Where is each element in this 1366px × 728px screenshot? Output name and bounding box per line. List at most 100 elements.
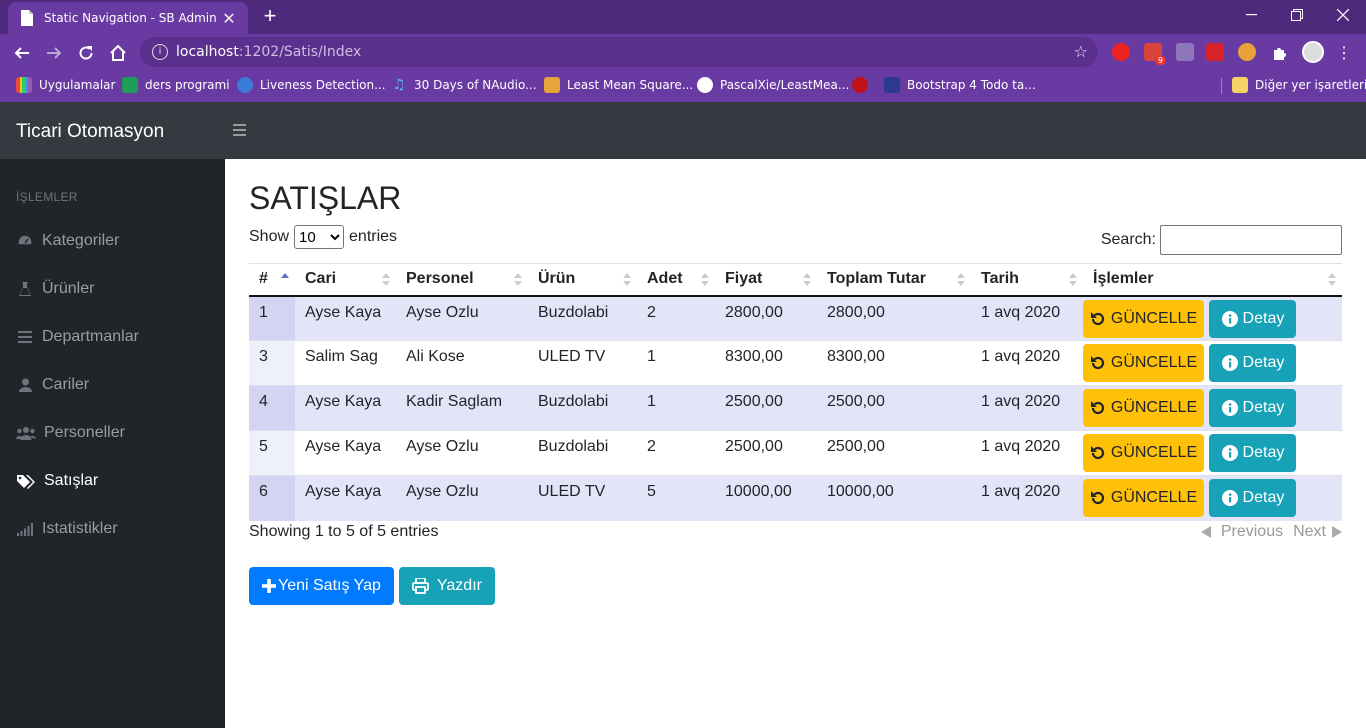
- show-label: Show: [249, 228, 290, 245]
- entries-length-select[interactable]: 10: [294, 225, 345, 249]
- bookmark-naudio[interactable]: ♫ 30 Days of NAudio...: [391, 77, 537, 93]
- column-header-adet[interactable]: Adet: [637, 263, 715, 297]
- detail-button[interactable]: Detay: [1209, 299, 1297, 338]
- menu-kebab-icon[interactable]: ⋮: [1332, 41, 1356, 65]
- cell-adet: 5: [637, 475, 715, 521]
- close-window-button[interactable]: [1320, 0, 1366, 30]
- plus-icon: [262, 579, 276, 593]
- bookmark-ders-programi[interactable]: ders programi: [122, 77, 230, 93]
- table-search: Search:: [1101, 225, 1342, 255]
- update-button[interactable]: GÜNCELLE: [1083, 299, 1204, 338]
- site-info-icon[interactable]: i: [152, 44, 168, 60]
- extension-stop-icon[interactable]: [1112, 43, 1130, 61]
- page-icon: [18, 10, 34, 26]
- bars-icon: [16, 329, 34, 345]
- column-header-id[interactable]: #: [249, 263, 295, 297]
- cell-personel: Ayse Ozlu: [396, 295, 528, 341]
- gmail-extension-icon[interactable]: 9: [1144, 43, 1166, 65]
- cell-tarih: 1 avq 2020: [971, 295, 1083, 341]
- print-button[interactable]: Yazdır: [398, 567, 495, 605]
- cell-tarih: 1 avq 2020: [971, 430, 1083, 476]
- undo-icon: [1090, 311, 1106, 327]
- cell-personel: Ayse Ozlu: [396, 475, 528, 521]
- red-circle-icon: [852, 77, 868, 93]
- cell-id: 1: [249, 295, 295, 341]
- bookmark-liveness-detection[interactable]: Liveness Detection...: [237, 77, 386, 93]
- detail-button[interactable]: Detay: [1209, 389, 1297, 427]
- sidebar-item-departmanlar[interactable]: Departmanlar: [16, 325, 139, 349]
- column-header-personel[interactable]: Personel: [396, 263, 528, 297]
- column-header-cari[interactable]: Cari: [295, 263, 396, 297]
- next-button[interactable]: Next: [1293, 523, 1326, 541]
- sidebar-item-istatistikler[interactable]: Istatistikler: [16, 517, 118, 541]
- restore-button[interactable]: [1274, 0, 1320, 30]
- profile-avatar[interactable]: [1302, 41, 1324, 63]
- sidebar-item-satislar[interactable]: Satışlar: [16, 469, 98, 493]
- previous-button[interactable]: Previous: [1221, 523, 1283, 541]
- url-path: :1202/Satis/Index: [238, 44, 362, 60]
- browser-tab[interactable]: Static Navigation - SB Admin ✕: [8, 2, 248, 34]
- bookmark-red-circle[interactable]: [852, 77, 875, 93]
- column-header-toplam-tutar[interactable]: Toplam Tutar: [817, 263, 971, 297]
- mail-badge: 9: [1154, 56, 1166, 65]
- cell-actions: GÜNCELLE Detay: [1083, 475, 1342, 521]
- bookmark-star-icon[interactable]: ☆: [1074, 42, 1088, 61]
- undo-icon: [1090, 490, 1106, 506]
- detail-button[interactable]: Detay: [1209, 434, 1297, 472]
- search-input[interactable]: [1160, 225, 1342, 255]
- back-icon[interactable]: [10, 41, 34, 65]
- column-header-tarih[interactable]: Tarih: [971, 263, 1083, 297]
- new-sale-button[interactable]: Yeni Satış Yap: [249, 567, 394, 605]
- other-bookmarks[interactable]: Diğer yer işaretleri: [1232, 77, 1366, 93]
- column-header-fiyat[interactable]: Fiyat: [715, 263, 817, 297]
- address-bar[interactable]: i localhost:1202/Satis/Index ☆: [140, 37, 1098, 67]
- colorzilla-extension-icon[interactable]: [1238, 43, 1256, 61]
- bootstrap-icon: [884, 77, 900, 93]
- cell-toplam-tutar: 2500,00: [817, 430, 971, 476]
- table-row: 4 Ayse Kaya Kadir Saglam Buzdolabi 1 250…: [249, 385, 1342, 431]
- sidebar-toggle-icon[interactable]: [233, 124, 246, 136]
- bookmarks-bar: Uygulamalar ders programi Liveness Detec…: [0, 70, 1366, 102]
- column-header-urun[interactable]: Ürün: [528, 263, 637, 297]
- bookmark-github-pascalxie[interactable]: PascalXie/LeastMea...: [697, 77, 849, 93]
- cell-tarih: 1 avq 2020: [971, 385, 1083, 431]
- update-button[interactable]: GÜNCELLE: [1083, 434, 1204, 472]
- music-note-icon: ♫: [392, 77, 406, 93]
- bookmark-least-mean-square[interactable]: Least Mean Square...: [544, 77, 693, 93]
- sidebar-item-kategoriler[interactable]: Kategoriler: [16, 229, 119, 253]
- bookmark-bootstrap-todo[interactable]: Bootstrap 4 Todo ta...: [884, 77, 1036, 93]
- cell-fiyat: 2800,00: [715, 295, 817, 341]
- extensions-puzzle-icon[interactable]: [1268, 41, 1292, 65]
- print-icon: [411, 578, 429, 594]
- sidebar-item-personeller[interactable]: Personeller: [16, 421, 125, 445]
- info-circle-icon: [1221, 355, 1238, 371]
- update-button[interactable]: GÜNCELLE: [1083, 344, 1204, 382]
- minimize-button[interactable]: [1228, 0, 1274, 30]
- update-button[interactable]: GÜNCELLE: [1083, 479, 1204, 517]
- new-tab-button[interactable]: +: [258, 5, 282, 29]
- translate-extension-icon[interactable]: [1176, 43, 1194, 61]
- cell-toplam-tutar: 2800,00: [817, 295, 971, 341]
- update-button[interactable]: GÜNCELLE: [1083, 389, 1204, 427]
- close-tab-icon[interactable]: ✕: [220, 9, 238, 28]
- lastpass-extension-icon[interactable]: [1206, 43, 1224, 61]
- sort-icon: [957, 273, 965, 287]
- cell-actions: GÜNCELLE Detay: [1083, 340, 1342, 386]
- sidebar-item-cariler[interactable]: Cariler: [16, 373, 89, 397]
- cell-actions: GÜNCELLE Detay: [1083, 385, 1342, 431]
- detail-button[interactable]: Detay: [1209, 344, 1297, 382]
- column-header-islemler[interactable]: İşlemler: [1083, 263, 1342, 297]
- home-icon[interactable]: [106, 41, 130, 65]
- forward-icon[interactable]: [42, 41, 66, 65]
- detail-button[interactable]: Detay: [1209, 479, 1297, 517]
- cell-fiyat: 8300,00: [715, 340, 817, 386]
- brand-title[interactable]: Ticari Otomasyon: [16, 121, 164, 143]
- table-row: 3 Salim Sag Ali Kose ULED TV 1 8300,00 8…: [249, 340, 1342, 386]
- sheets-icon: [122, 77, 138, 93]
- cell-urun: Buzdolabi: [528, 430, 637, 476]
- cell-personel: Ayse Ozlu: [396, 430, 528, 476]
- table-info: Showing 1 to 5 of 5 entries: [249, 523, 439, 540]
- bookmark-apps[interactable]: Uygulamalar: [16, 77, 115, 93]
- reload-icon[interactable]: [74, 41, 98, 65]
- sidebar-item-urunler[interactable]: Ürünler: [16, 277, 94, 301]
